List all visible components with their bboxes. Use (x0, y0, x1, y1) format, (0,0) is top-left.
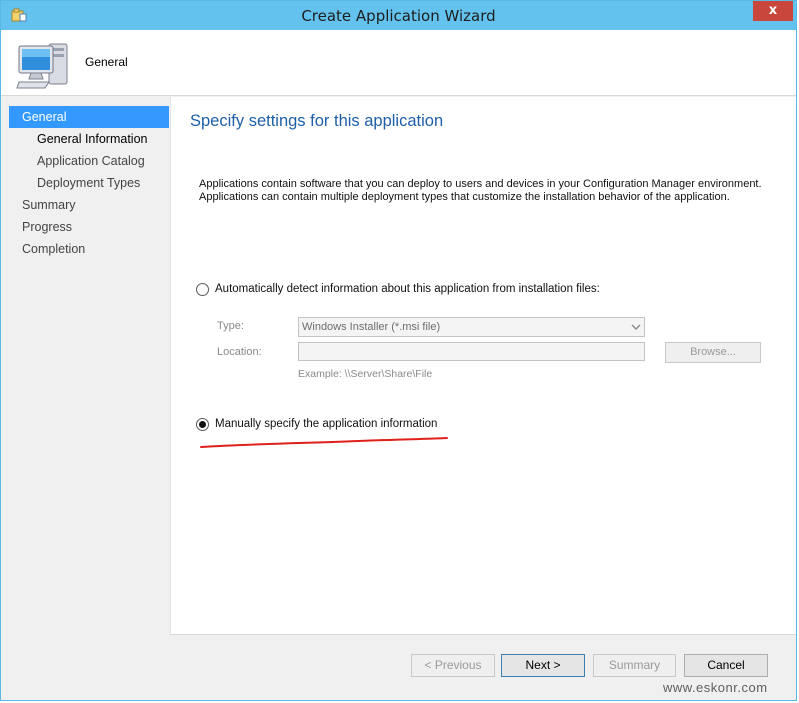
auto-detect-radio[interactable] (196, 283, 209, 296)
location-label: Location: (217, 346, 262, 358)
wizard-header: General (1, 30, 796, 96)
watermark-text: www.eskonr.com (663, 680, 768, 695)
close-icon: x (768, 3, 778, 18)
intro-line-2: Applications can contain multiple deploy… (199, 191, 730, 203)
type-select[interactable]: Windows Installer (*.msi file) (298, 317, 645, 337)
computer-icon (16, 43, 68, 89)
nav-item-progress[interactable]: Progress (9, 216, 169, 238)
nav-item-summary[interactable]: Summary (9, 194, 169, 216)
chevron-down-icon (631, 324, 641, 330)
previous-button[interactable]: < Previous (411, 654, 495, 677)
intro-text: Applications contain software that you c… (199, 178, 779, 204)
nav-item-deployment-types[interactable]: Deployment Types (9, 172, 169, 194)
manual-radio[interactable] (196, 418, 209, 431)
nav-item-general-information[interactable]: General Information (9, 128, 169, 150)
title-bar[interactable]: Create Application Wizard x (1, 1, 796, 30)
close-button[interactable]: x (753, 1, 793, 21)
wizard-window: Create Application Wizard x General Gene… (0, 0, 797, 701)
wizard-steps-nav: General General Information Application … (9, 106, 169, 698)
auto-detect-label[interactable]: Automatically detect information about t… (215, 283, 600, 295)
intro-line-1: Applications contain software that you c… (199, 178, 762, 190)
type-select-value: Windows Installer (*.msi file) (302, 321, 441, 333)
browse-button[interactable]: Browse... (665, 342, 761, 363)
header-title: General (85, 55, 128, 69)
content-panel: Specify settings for this application Ap… (170, 97, 796, 634)
page-title: Specify settings for this application (190, 112, 444, 130)
nav-item-application-catalog[interactable]: Application Catalog (9, 150, 169, 172)
location-input[interactable] (298, 342, 645, 361)
next-button[interactable]: Next > (501, 654, 585, 677)
summary-button[interactable]: Summary (593, 654, 676, 677)
nav-item-completion[interactable]: Completion (9, 238, 169, 260)
nav-item-general[interactable]: General (9, 106, 169, 128)
annotation-underline (200, 437, 448, 448)
cancel-button[interactable]: Cancel (684, 654, 768, 677)
manual-label[interactable]: Manually specify the application informa… (215, 418, 437, 430)
window-title: Create Application Wizard (301, 7, 496, 25)
location-example: Example: \\Server\Share\File (298, 368, 433, 380)
footer-separator (170, 634, 796, 635)
type-label: Type: (217, 320, 244, 332)
